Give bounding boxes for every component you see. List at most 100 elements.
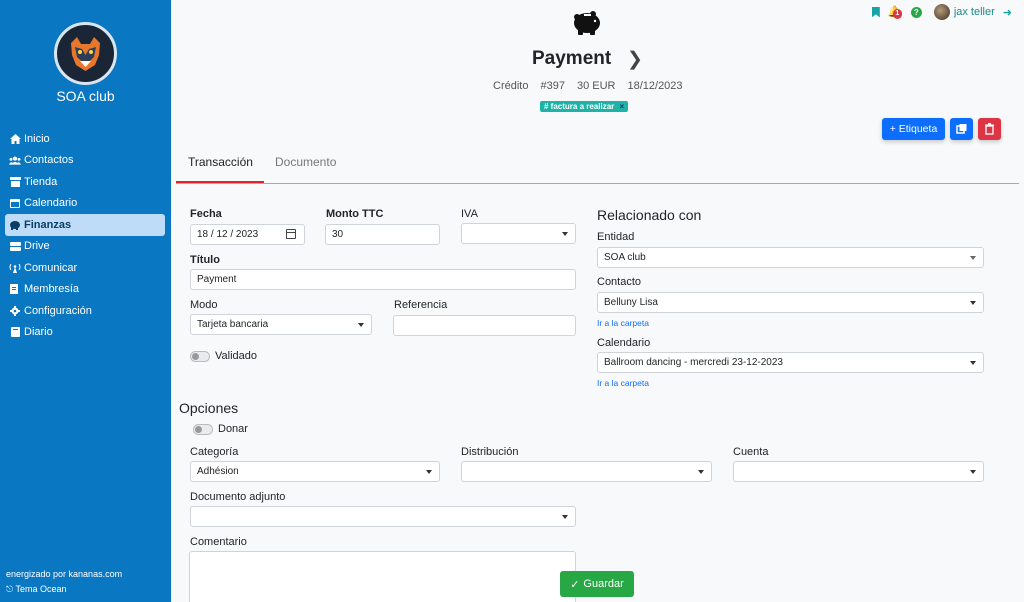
caret-down-icon [426,470,432,474]
chevron-right-icon[interactable]: ❯ [627,48,643,71]
sidebar-item-drive[interactable]: Drive [5,236,165,258]
referencia-label: Referencia [394,299,448,311]
save-button[interactable]: ✓ Guardar [560,571,634,597]
sidebar-item-label: Membresía [24,283,80,296]
caret-down-icon [970,301,976,305]
modo-label: Modo [190,299,218,311]
sidebar-item-label: Tienda [24,175,58,188]
documento-select[interactable] [190,506,576,527]
iva-select[interactable] [461,223,576,244]
copy-icon [956,124,967,134]
sidebar-item-contactos[interactable]: Contactos [5,150,165,172]
entidad-label: Entidad [597,231,635,243]
categoria-select[interactable]: Adhésion [190,461,440,482]
comentario-textarea[interactable] [189,551,576,602]
donar-toggle[interactable] [193,424,213,435]
gear-icon [9,305,21,316]
entidad-select[interactable]: SOA club [597,247,984,268]
add-tag-button[interactable]: + Etiqueta [882,118,945,140]
home-icon [9,133,21,144]
modo-select[interactable]: Tarjeta bancaria [190,314,372,335]
referencia-field[interactable] [393,315,576,336]
sidebar-item-comunicar[interactable]: Comunicar [5,257,165,279]
caret-down-icon [970,361,976,365]
caret-down-icon [562,515,568,519]
monto-label: Monto TTC [326,208,384,220]
users-icon [9,156,21,165]
club-name: SOA club [56,88,115,104]
sidebar-item-label: Diario [24,326,53,339]
caret-down-icon [970,470,976,474]
monto-field[interactable]: 30 [325,224,440,245]
cuenta-label: Cuenta [733,446,769,458]
logout-icon[interactable]: ➜ [1003,6,1012,19]
calendario-label: Calendario [597,337,651,349]
calendario-folder-link[interactable]: Ir a la carpeta [597,378,649,388]
titulo-label: Título [190,254,220,266]
sidebar-item-label: Contactos [24,154,74,167]
check-icon: ✓ [570,578,580,591]
sidebar-item-label: Configuración [24,304,92,317]
tab-transaccion[interactable]: Transacción [176,148,264,183]
calendario-select[interactable]: Ballroom dancing - mercredi 23-12-2023 [597,352,984,373]
sidebar: SOA club Inicio Contactos Tienda Calenda… [0,0,171,602]
sidebar-item-inicio[interactable]: Inicio [5,128,165,150]
transaction-amount: 30 EUR [576,80,616,92]
theme-label[interactable]: ⎋ Tema Ocean [6,584,67,595]
sidebar-item-calendario[interactable]: Calendario [5,193,165,215]
iva-label: IVA [461,208,478,220]
sidebar-item-configuracion[interactable]: Configuración [5,300,165,322]
sidebar-item-label: Drive [24,240,50,253]
titulo-field[interactable]: Payment [190,269,576,290]
caret-down-icon [358,323,364,327]
tag-remove-icon[interactable]: × [620,102,625,111]
paint-roller-icon: ⎋ [6,584,14,594]
contacto-label: Contacto [597,276,642,288]
tab-documento[interactable]: Documento [263,148,348,183]
avatar[interactable] [933,4,950,20]
drive-icon [9,241,21,251]
bookmark-icon[interactable] [871,6,880,18]
sidebar-item-label: Inicio [24,132,50,145]
caret-down-icon [970,256,976,260]
contacto-folder-link[interactable]: Ir a la carpeta [597,318,649,328]
tag-badge[interactable]: # factura a realizar × [540,101,629,112]
delete-button[interactable] [978,118,1001,140]
help-icon[interactable]: ? [910,6,922,18]
piggy-bank-icon [574,11,600,35]
comentario-label: Comentario [190,536,247,548]
club-logo[interactable] [54,22,117,85]
notification-badge: 1 [892,9,902,19]
bell-icon[interactable]: 🔔 1 [888,6,902,19]
powered-by[interactable]: energizado por kananas.com [6,569,122,579]
options-title: Opciones [179,400,239,416]
distribucion-label: Distribución [461,446,519,458]
user-name[interactable]: jax teller [954,6,995,18]
duplicate-button[interactable] [950,118,973,140]
page-title: Payment [532,48,612,69]
cuenta-select[interactable] [733,461,984,482]
validado-toggle[interactable] [190,351,210,362]
tab-bar: Transacción Documento [176,148,1019,184]
caret-down-icon [698,470,704,474]
store-icon [9,176,21,187]
sidebar-item-finanzas[interactable]: Finanzas [5,214,165,236]
sidebar-item-diario[interactable]: Diario [5,322,165,344]
fecha-label: Fecha [190,208,222,220]
transaction-date: 18/12/2023 [627,80,683,92]
sidebar-item-membresia[interactable]: Membresía [5,279,165,301]
distribucion-select[interactable] [461,461,712,482]
validado-label: Validado [215,350,257,362]
sidebar-item-tienda[interactable]: Tienda [5,171,165,193]
sidebar-item-label: Calendario [24,197,78,210]
calendar-icon[interactable] [286,229,296,239]
contacto-select[interactable]: Belluny Lisa [597,292,984,313]
book-icon [9,327,21,338]
fecha-field[interactable]: 18 / 12 / 2023 [190,224,305,245]
transaction-number: #397 [540,80,565,92]
transaction-meta: Crédito #397 30 EUR 18/12/2023 [493,80,683,92]
donar-label: Donar [218,423,248,435]
trash-icon [985,123,994,135]
broadcast-icon [9,263,21,273]
related-title: Relacionado con [597,207,702,223]
